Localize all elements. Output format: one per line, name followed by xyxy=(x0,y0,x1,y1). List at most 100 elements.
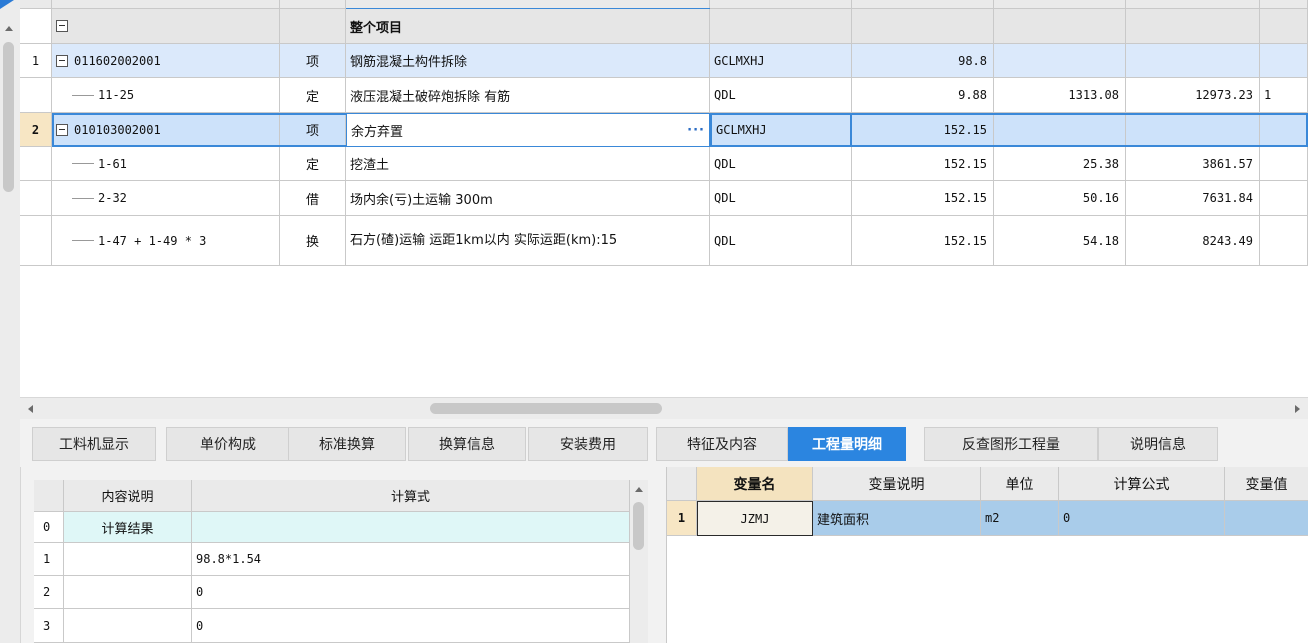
collapse-toggle-icon[interactable] xyxy=(56,123,68,136)
item-type[interactable]: 项 xyxy=(280,113,346,147)
detail-scroll-thumb[interactable] xyxy=(633,502,644,550)
item-extra[interactable] xyxy=(1260,147,1308,181)
table-row[interactable]: 11-25 定 液压混凝土破碎炮拆除 有筋 QDL 9.88 1313.08 1… xyxy=(20,78,1308,113)
table-row-selected[interactable]: 1 JZMJ 建筑面积 m2 0 xyxy=(667,501,1308,536)
item-type[interactable]: 换 xyxy=(280,216,346,266)
item-price[interactable] xyxy=(994,113,1126,147)
item-price[interactable]: 54.18 xyxy=(994,216,1126,266)
item-name[interactable]: 钢筋混凝土构件拆除 xyxy=(346,44,710,78)
tab-unit-price-composition[interactable]: 单价构成 xyxy=(166,427,290,461)
item-quantity[interactable]: 152.15 xyxy=(852,147,994,181)
item-price[interactable]: 50.16 xyxy=(994,181,1126,216)
tab-quantity-details[interactable]: 工程量明细 xyxy=(788,427,906,461)
variable-value[interactable] xyxy=(1225,501,1308,536)
column-header-description[interactable]: 内容说明 xyxy=(64,480,192,512)
table-row[interactable]: 1-61 定 挖渣土 QDL 152.15 25.38 3861.57 xyxy=(20,147,1308,181)
row-formula[interactable]: 0 xyxy=(192,576,630,609)
item-quantity[interactable]: 152.15 xyxy=(852,216,994,266)
tab-reverse-graphic-quantity[interactable]: 反查图形工程量 xyxy=(924,427,1098,461)
scroll-up-arrow-icon[interactable] xyxy=(5,26,13,31)
item-extra[interactable] xyxy=(1260,181,1308,216)
row-formula[interactable] xyxy=(192,512,630,543)
result-row[interactable]: 0 计算结果 xyxy=(34,512,630,543)
item-code[interactable]: 010103002001 xyxy=(74,123,161,137)
detail-vertical-scrollbar[interactable] xyxy=(630,480,648,643)
table-row[interactable]: 2 0 xyxy=(34,576,630,609)
tab-installation-fees[interactable]: 安装费用 xyxy=(528,427,648,461)
row-description[interactable] xyxy=(64,543,192,576)
item-extra[interactable] xyxy=(1260,44,1308,78)
row-description[interactable] xyxy=(64,609,192,643)
collapse-toggle-icon[interactable] xyxy=(56,54,68,67)
item-unit-selected[interactable]: GCLMXHJ xyxy=(710,113,852,147)
column-header-variable-name[interactable]: 变量名 xyxy=(697,467,813,501)
item-total[interactable] xyxy=(1126,44,1260,78)
item-name-editor[interactable]: 余方弃置 ··· xyxy=(346,113,710,147)
tab-features-content[interactable]: 特征及内容 xyxy=(656,427,788,461)
variable-description[interactable]: 建筑面积 xyxy=(813,501,981,536)
row-formula[interactable]: 98.8*1.54 xyxy=(192,543,630,576)
table-row[interactable]: 1 011602002001 项 钢筋混凝土构件拆除 GCLMXHJ 98.8 xyxy=(20,44,1308,78)
item-code[interactable]: 1-47 + 1-49 * 3 xyxy=(98,234,206,248)
column-header-variable-value[interactable]: 变量值 xyxy=(1225,467,1308,501)
item-name[interactable]: 整个项目 xyxy=(346,9,710,44)
item-quantity[interactable]: 9.88 xyxy=(852,78,994,113)
scroll-left-arrow-icon[interactable] xyxy=(28,405,33,413)
item-unit[interactable]: QDL xyxy=(710,181,852,216)
item-code[interactable]: 1-61 xyxy=(98,157,127,171)
table-row[interactable]: 3 0 xyxy=(34,609,630,643)
table-row[interactable]: 1 98.8*1.54 xyxy=(34,543,630,576)
item-name[interactable]: 石方(碴)运输 运距1km以内 实际运距(km):15 xyxy=(346,216,710,266)
item-total[interactable]: 12973.23 xyxy=(1126,78,1260,113)
item-type[interactable]: 定 xyxy=(280,78,346,113)
table-row[interactable]: 1-47 + 1-49 * 3 换 石方(碴)运输 运距1km以内 实际运距(k… xyxy=(20,216,1308,266)
item-total[interactable]: 3861.57 xyxy=(1126,147,1260,181)
item-code[interactable]: 2-32 xyxy=(98,191,127,205)
tab-conversion-info[interactable]: 换算信息 xyxy=(408,427,526,461)
item-type[interactable]: 借 xyxy=(280,181,346,216)
scroll-right-arrow-icon[interactable] xyxy=(1295,405,1300,413)
row-formula[interactable]: 0 xyxy=(192,609,630,643)
tab-material-machine[interactable]: 工料机显示 xyxy=(32,427,156,461)
item-unit[interactable]: QDL xyxy=(710,216,852,266)
item-code[interactable]: 011602002001 xyxy=(74,54,161,68)
item-total[interactable] xyxy=(1126,113,1260,147)
item-extra[interactable] xyxy=(1260,113,1308,147)
item-name[interactable]: 场内余(亏)土运输 300m xyxy=(346,181,710,216)
column-header-formula[interactable]: 计算式 xyxy=(192,480,630,512)
main-vertical-scrollbar[interactable] xyxy=(0,0,21,643)
tab-description-info[interactable]: 说明信息 xyxy=(1098,427,1218,461)
main-horizontal-scrollbar[interactable] xyxy=(20,397,1308,420)
item-unit[interactable]: GCLMXHJ xyxy=(710,44,852,78)
row-description[interactable]: 计算结果 xyxy=(64,512,192,543)
item-name[interactable]: 液压混凝土破碎炮拆除 有筋 xyxy=(346,78,710,113)
variable-unit[interactable]: m2 xyxy=(981,501,1059,536)
item-unit[interactable]: QDL xyxy=(710,147,852,181)
item-type[interactable]: 定 xyxy=(280,147,346,181)
tab-standard-conversion[interactable]: 标准换算 xyxy=(288,427,406,461)
item-code[interactable]: 11-25 xyxy=(98,88,134,102)
item-quantity[interactable]: 152.15 xyxy=(852,181,994,216)
item-price[interactable] xyxy=(994,44,1126,78)
item-quantity[interactable]: 98.8 xyxy=(852,44,994,78)
item-unit[interactable]: QDL xyxy=(710,78,852,113)
horizontal-scroll-thumb[interactable] xyxy=(430,403,662,414)
item-extra[interactable] xyxy=(1260,216,1308,266)
variable-formula[interactable]: 0 xyxy=(1059,501,1225,536)
row-description[interactable] xyxy=(64,576,192,609)
table-row[interactable]: 2-32 借 场内余(亏)土运输 300m QDL 152.15 50.16 7… xyxy=(20,181,1308,216)
item-name[interactable]: 余方弃置 xyxy=(351,121,403,140)
table-row[interactable]: 整个项目 xyxy=(20,9,1308,44)
item-extra[interactable]: 1 xyxy=(1260,78,1308,113)
item-type[interactable]: 项 xyxy=(280,44,346,78)
item-total[interactable]: 8243.49 xyxy=(1126,216,1260,266)
variable-name[interactable]: JZMJ xyxy=(697,501,813,536)
item-price[interactable]: 25.38 xyxy=(994,147,1126,181)
scroll-up-arrow-icon[interactable] xyxy=(635,487,643,492)
item-quantity[interactable]: 152.15 xyxy=(852,113,994,147)
item-total[interactable]: 7631.84 xyxy=(1126,181,1260,216)
item-name[interactable]: 挖渣土 xyxy=(346,147,710,181)
collapse-toggle-icon[interactable] xyxy=(56,20,68,32)
more-options-button[interactable]: ··· xyxy=(687,123,705,138)
column-header-unit[interactable]: 单位 xyxy=(981,467,1059,501)
